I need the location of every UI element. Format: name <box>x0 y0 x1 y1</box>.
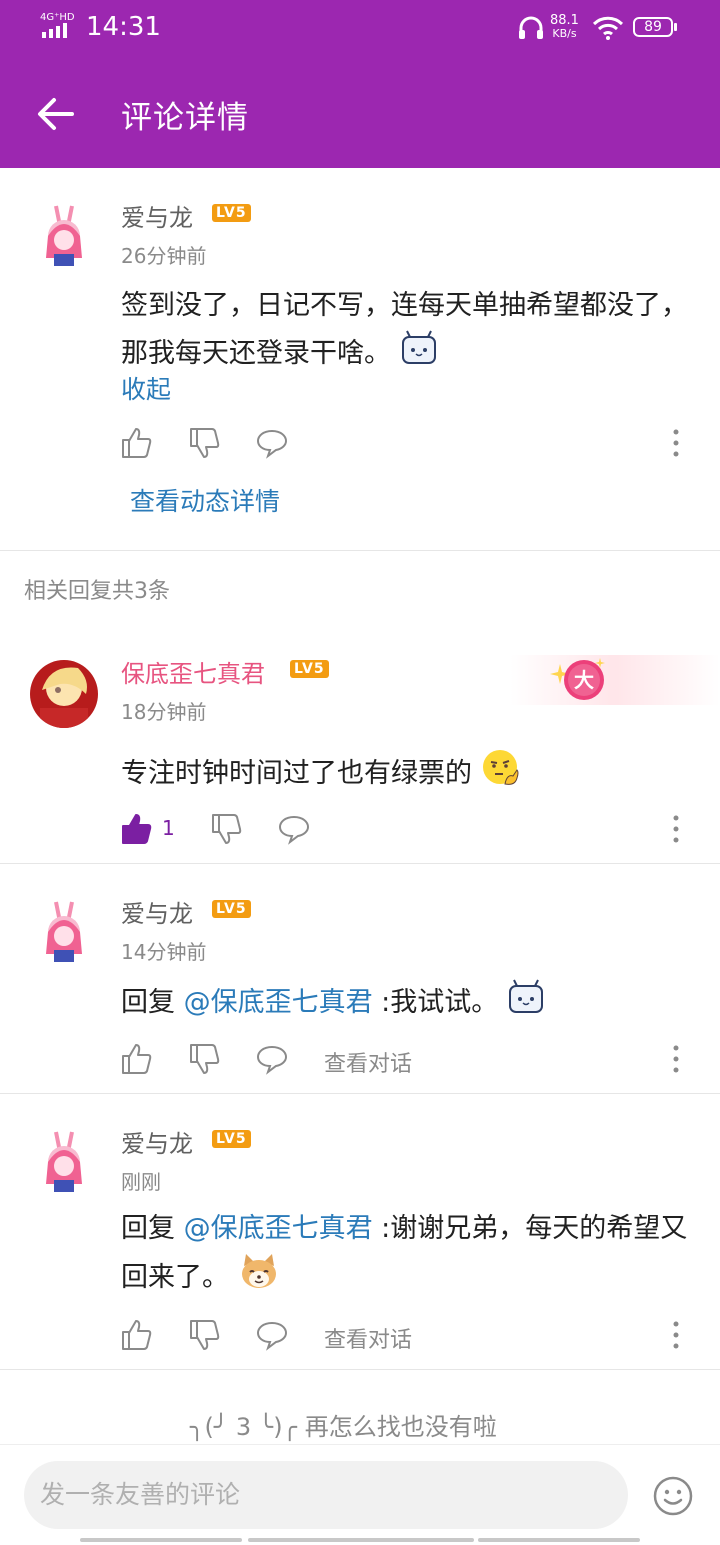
replies-header: 相关回复共3条 <box>24 579 170 604</box>
comment-input[interactable]: 发一条友善的评论 <box>24 1461 628 1529</box>
svg-text:4G⁺HD: 4G⁺HD <box>40 12 75 23</box>
comment-input-bar: 发一条友善的评论 <box>0 1444 720 1545</box>
comment-icon[interactable] <box>255 426 289 460</box>
network-speed: 88.1 KB/s <box>550 14 579 40</box>
like-icon[interactable] <box>120 426 154 460</box>
collapse-link[interactable]: 收起 <box>121 370 171 406</box>
comment-text: 专注时钟时间过了也有绿票的 <box>121 758 472 789</box>
gesture-bar <box>80 1538 640 1542</box>
view-post-detail-link[interactable]: 查看动态详情 <box>130 482 280 518</box>
avatar[interactable] <box>30 898 98 966</box>
app-bar: 评论详情 <box>0 58 720 168</box>
avatar[interactable] <box>30 1128 98 1196</box>
like-icon[interactable] <box>120 812 154 846</box>
comment-body: 签到没了，日记不写，连每天单抽希望都没了，那我每天还登录干啥。 <box>121 283 696 380</box>
main-comment: 爱与龙 LV5 26分钟前 签到没了，日记不写，连每天单抽希望都没了，那我每天还… <box>0 168 720 550</box>
battery-indicator: 89 <box>633 17 677 37</box>
dislike-icon[interactable] <box>188 1042 222 1076</box>
username[interactable]: 爱与龙 <box>121 1124 193 1159</box>
view-dialog-link[interactable]: 查看对话 <box>324 1322 412 1354</box>
more-icon[interactable] <box>666 1042 686 1076</box>
more-icon[interactable] <box>666 1318 686 1352</box>
vip-badge: 大 <box>550 654 610 704</box>
comment-body: 回复 @保底歪七真君 :我试试。 <box>121 978 696 1029</box>
username[interactable]: 爱与龙 <box>121 894 193 929</box>
dislike-icon[interactable] <box>188 426 222 460</box>
more-icon[interactable] <box>666 426 686 460</box>
avatar[interactable] <box>30 202 98 270</box>
thinking-face-icon <box>481 748 521 801</box>
comment-time: 14分钟前 <box>121 940 207 964</box>
divider <box>0 550 720 551</box>
comment-icon[interactable] <box>277 812 311 846</box>
like-count: 1 <box>162 816 175 840</box>
comment-body: 专注时钟时间过了也有绿票的 <box>121 748 696 801</box>
username[interactable]: 爱与龙 <box>121 198 193 233</box>
level-badge: LV5 <box>212 900 251 918</box>
end-of-list-note: ╮(╯ 3 ╰)╭ 再怎么找也没有啦 <box>190 1407 497 1442</box>
dislike-icon[interactable] <box>188 1318 222 1352</box>
more-icon[interactable] <box>666 812 686 846</box>
level-badge: LV5 <box>212 1130 251 1148</box>
robot-sticker-icon <box>400 329 438 380</box>
comment-icon[interactable] <box>255 1318 289 1352</box>
speed-value: 88.1 <box>550 13 579 28</box>
reply-item: 保底歪七真君 LV5 大 18分钟前 专注时钟时间过了也有绿票的 1 <box>0 630 720 863</box>
end-of-list-text: 再怎么找也没有啦 <box>304 1413 497 1441</box>
comment-time: 18分钟前 <box>121 700 207 724</box>
speed-unit: KB/s <box>552 27 577 40</box>
dislike-icon[interactable] <box>210 812 244 846</box>
comment-time: 刚刚 <box>121 1170 161 1194</box>
mention-link[interactable]: @保底歪七真君 <box>184 1213 373 1244</box>
comment-text: :我试试。 <box>372 987 499 1018</box>
kaomoji: ╮(╯ 3 ╰)╭ <box>190 1413 298 1441</box>
robot-sticker-icon <box>507 978 545 1029</box>
level-badge: LV5 <box>290 660 329 678</box>
reply-item: 爱与龙 LV5 14分钟前 回复 @保底歪七真君 :我试试。 查看对话 <box>0 864 720 1093</box>
avatar[interactable] <box>30 660 98 728</box>
emoji-icon[interactable] <box>652 1475 694 1517</box>
comment-body: 回复 @保底歪七真君 :谢谢兄弟，每天的希望又回来了。 <box>121 1206 696 1305</box>
username[interactable]: 保底歪七真君 <box>121 654 265 689</box>
page-title: 评论详情 <box>121 100 249 136</box>
status-time: 14:31 <box>86 12 161 42</box>
like-icon[interactable] <box>120 1042 154 1076</box>
headphones-icon <box>518 16 544 44</box>
mention-link[interactable]: @保底歪七真君 <box>184 987 373 1018</box>
reply-prefix: 回复 <box>121 1213 184 1244</box>
view-dialog-link[interactable]: 查看对话 <box>324 1046 412 1078</box>
divider <box>0 1369 720 1370</box>
wifi-icon <box>592 16 624 44</box>
dog-sticker-icon <box>238 1252 280 1305</box>
comment-icon[interactable] <box>255 1042 289 1076</box>
svg-text:大: 大 <box>574 668 594 692</box>
reply-prefix: 回复 <box>121 987 184 1018</box>
comment-time: 26分钟前 <box>121 244 207 268</box>
status-bar: 4G⁺HD 14:31 88.1 KB/s 89 <box>0 0 720 58</box>
like-icon[interactable] <box>120 1318 154 1352</box>
reply-item: 爱与龙 LV5 刚刚 回复 @保底歪七真君 :谢谢兄弟，每天的希望又回来了。 查… <box>0 1094 720 1369</box>
level-badge: LV5 <box>212 204 251 222</box>
back-arrow-icon[interactable] <box>36 94 76 134</box>
signal-icon: 4G⁺HD <box>40 10 76 44</box>
